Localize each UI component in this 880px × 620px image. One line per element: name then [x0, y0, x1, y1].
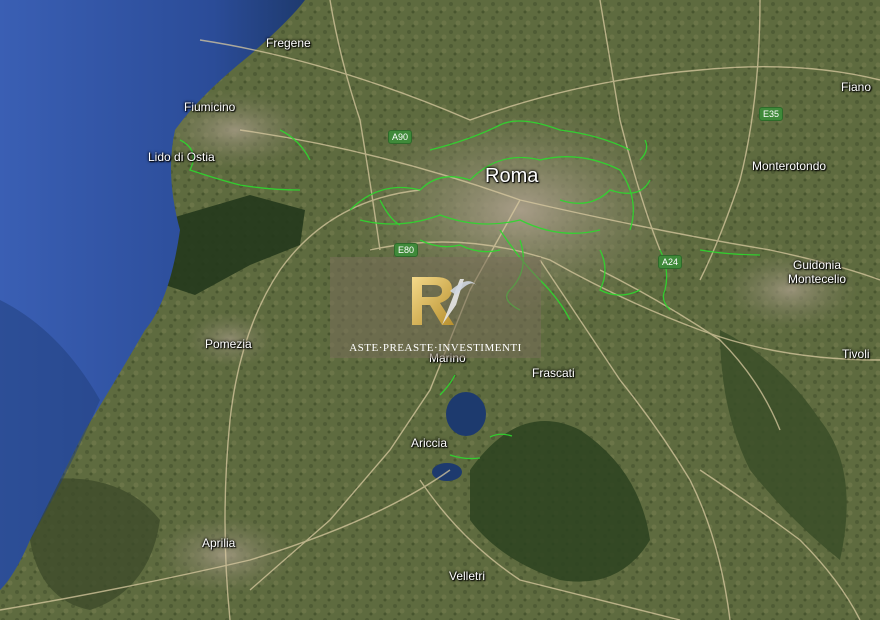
road-shield-a90: A90 — [388, 130, 413, 144]
road-shield-a24: A24 — [658, 255, 683, 269]
place-label-frascati: Frascati — [532, 366, 575, 380]
place-label-fregene: Fregene — [266, 36, 311, 50]
road-shield-e80: E80 — [394, 243, 419, 257]
place-label-aprilia: Aprilia — [202, 536, 236, 550]
place-label-pomezia: Pomezia — [205, 337, 252, 351]
place-label-fiumicino: Fiumicino — [184, 100, 236, 114]
place-label-lido-di-ostia: Lido di Ostia — [148, 150, 215, 164]
svg-text:R: R — [390, 265, 401, 269]
watermark-text: ASTE·PREASTE·INVESTIMENTI — [349, 342, 522, 354]
place-label-ariccia: Ariccia — [411, 436, 448, 450]
place-label-velletri: Velletri — [449, 569, 486, 583]
satellite-map[interactable]: Fregene Fiumicino Lido di Ostia Roma Fia… — [0, 0, 880, 620]
place-label-guidonia-montecelio: Guidonia Montecelio — [788, 258, 847, 286]
place-label-monterotondo: Monterotondo — [752, 159, 827, 173]
place-label-fiano: Fiano — [841, 80, 872, 94]
road-shield-e35: E35 — [759, 107, 784, 121]
lake-albano — [446, 392, 486, 436]
place-label-roma: Roma — [485, 165, 539, 187]
watermark-overlay: R ASTE·PREASTE·INVESTIMENTI — [330, 257, 541, 358]
company-logo: R — [390, 265, 476, 325]
place-label-tivoli: Tivoli — [842, 347, 870, 361]
